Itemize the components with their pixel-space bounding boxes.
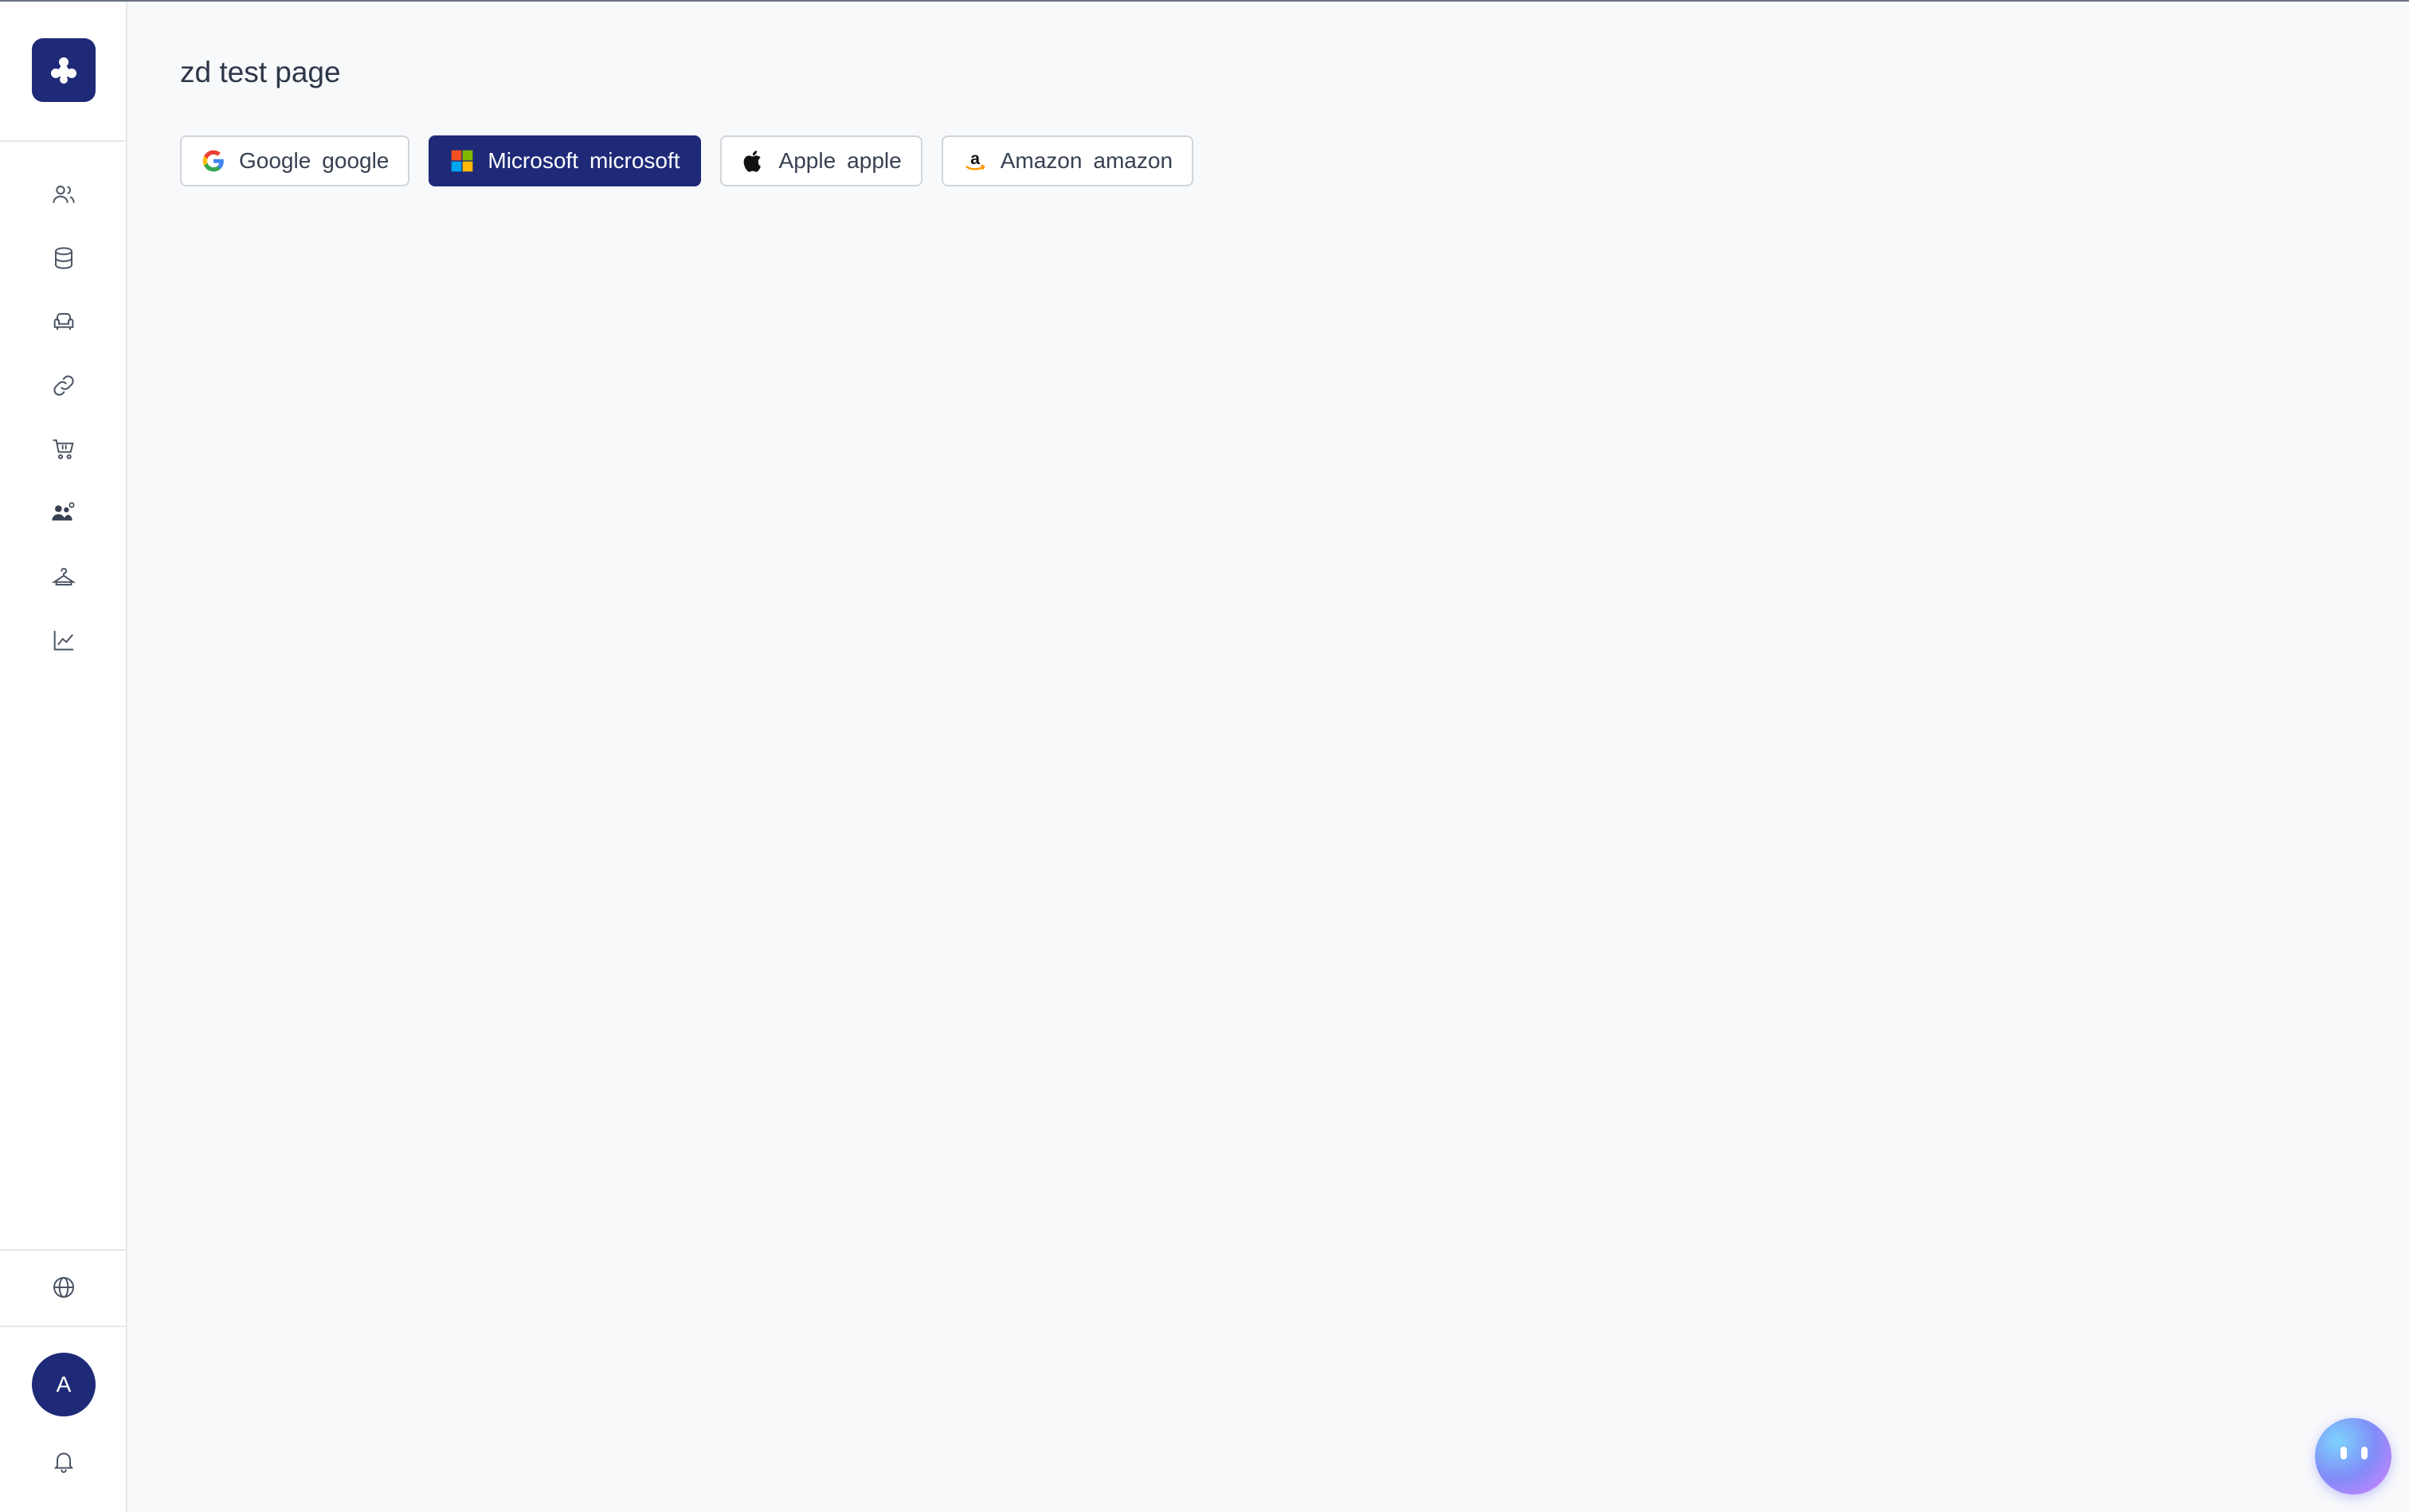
sidebar-item-cart[interactable] — [32, 424, 96, 475]
globe-icon — [53, 1277, 74, 1298]
brand-value: apple — [847, 148, 902, 173]
brand-name: Apple — [778, 148, 836, 173]
language-button[interactable] — [32, 1262, 96, 1313]
google-button[interactable]: Google google — [180, 135, 410, 186]
sidebar-item-users[interactable] — [32, 169, 96, 220]
microsoft-icon — [452, 150, 473, 172]
brand-value: microsoft — [589, 148, 680, 173]
database-icon — [55, 247, 72, 269]
apple-button[interactable]: Apple apple — [719, 135, 922, 186]
sidebar-item-database[interactable] — [32, 233, 96, 284]
amazon-icon: a — [965, 149, 985, 170]
sidebar-divider — [0, 140, 126, 142]
sidebar-divider — [0, 1249, 126, 1251]
sidebar-item-team[interactable] — [32, 488, 96, 539]
apple-icon — [743, 151, 761, 172]
amazon-button[interactable]: a Amazon amazon — [941, 135, 1194, 186]
bell-icon — [54, 1452, 73, 1473]
sidebar-item-analytics[interactable] — [32, 615, 96, 666]
hanger-icon — [51, 567, 76, 586]
page-title: zd test page — [180, 56, 341, 88]
app-logo[interactable] — [32, 38, 96, 102]
notifications-button[interactable] — [32, 1436, 96, 1487]
assistant-eye — [2361, 1447, 2368, 1459]
svg-text:a: a — [970, 149, 980, 168]
sidebar: A — [0, 2, 127, 1512]
avatar-initial: A — [56, 1372, 72, 1396]
brand-name: Google — [239, 148, 311, 173]
microsoft-button[interactable]: Microsoft microsoft — [429, 135, 701, 186]
sidebar-item-link[interactable] — [32, 360, 96, 411]
users-icon — [53, 186, 75, 203]
sidebar-item-armchair[interactable] — [32, 296, 96, 347]
sidebar-item-hanger[interactable] — [32, 551, 96, 602]
google-icon — [202, 150, 224, 172]
brand-value: amazon — [1093, 148, 1173, 173]
shopping-cart-icon — [53, 439, 74, 460]
sidebar-divider — [0, 1326, 126, 1327]
link-icon — [53, 375, 74, 396]
app-logo-icon — [51, 57, 76, 84]
armchair-icon — [53, 313, 74, 330]
assistant-eye — [2340, 1447, 2347, 1459]
user-avatar[interactable]: A — [32, 1353, 96, 1416]
chat-assistant-button[interactable] — [2315, 1418, 2391, 1494]
main-content: zd test page Google google Microsoft mic… — [127, 2, 2409, 1512]
brand-name: Amazon — [1000, 148, 1083, 173]
user-group-icon — [52, 502, 75, 521]
brand-value: google — [322, 148, 390, 173]
line-chart-icon — [53, 630, 74, 651]
brand-name: Microsoft — [488, 148, 578, 173]
brand-button-group: Google google Microsoft microsoft Apple … — [180, 135, 1194, 186]
